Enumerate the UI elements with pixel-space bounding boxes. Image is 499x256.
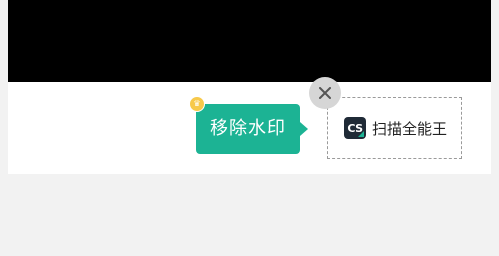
camscanner-logo-icon: CS <box>344 117 366 139</box>
logo-text: CS <box>347 121 363 135</box>
remove-watermark-button[interactable]: 移除水印 <box>196 104 308 154</box>
close-watermark-button[interactable] <box>309 77 341 109</box>
tooltip-pointer <box>300 122 308 136</box>
close-icon <box>319 87 331 99</box>
remove-watermark-label: 移除水印 <box>210 118 286 139</box>
brand-name: 扫描全能王 <box>372 119 448 138</box>
watermark-frame[interactable]: CS 扫描全能王 <box>327 97 462 159</box>
crown-icon: ♛ <box>189 96 205 112</box>
image-preview <box>8 0 491 82</box>
